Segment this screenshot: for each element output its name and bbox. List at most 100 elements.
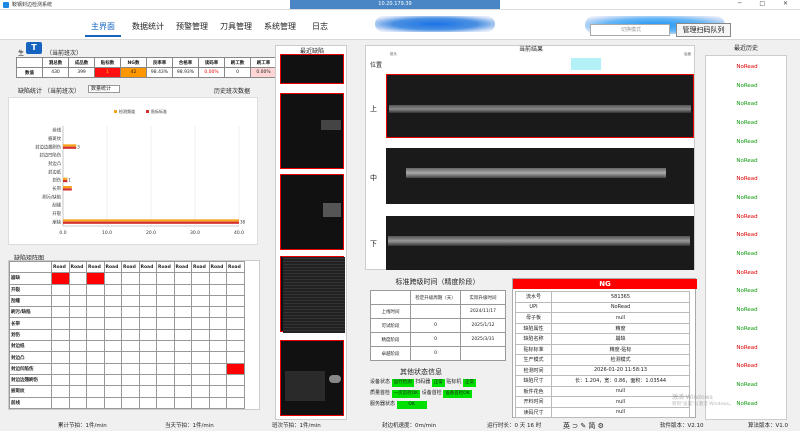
manage-scan-queue-button[interactable]: 管理扫码队列 bbox=[676, 23, 731, 37]
matrix-cell[interactable] bbox=[68, 351, 87, 364]
matrix-cell[interactable] bbox=[208, 294, 227, 308]
matrix-cell[interactable] bbox=[103, 385, 122, 398]
matrix-cell[interactable] bbox=[156, 283, 175, 296]
matrix-cell[interactable] bbox=[103, 362, 122, 375]
matrix-cell[interactable] bbox=[86, 294, 105, 308]
matrix-cell[interactable] bbox=[138, 385, 157, 398]
matrix-cell[interactable] bbox=[191, 283, 210, 296]
matrix-cell[interactable] bbox=[173, 283, 192, 296]
matrix-cell[interactable] bbox=[191, 385, 210, 398]
matrix-cell[interactable] bbox=[68, 328, 87, 342]
matrix-cell[interactable] bbox=[51, 272, 70, 285]
history-item[interactable]: NoRead bbox=[706, 382, 788, 388]
matrix-cell[interactable] bbox=[226, 340, 245, 353]
matrix-cell[interactable] bbox=[68, 272, 87, 285]
matrix-cell[interactable] bbox=[68, 340, 87, 353]
matrix-cell[interactable] bbox=[156, 396, 175, 409]
matrix-cell[interactable] bbox=[86, 362, 105, 375]
history-item[interactable]: NoRead bbox=[706, 363, 788, 369]
history-item[interactable]: NoRead bbox=[706, 326, 788, 332]
matrix-cell[interactable] bbox=[121, 340, 140, 353]
matrix-cell[interactable] bbox=[86, 306, 105, 319]
matrix-cell[interactable] bbox=[226, 283, 245, 296]
matrix-cell[interactable] bbox=[138, 306, 157, 319]
matrix-cell[interactable] bbox=[156, 385, 175, 398]
matrix-cell[interactable] bbox=[191, 294, 210, 308]
matrix-cell[interactable] bbox=[86, 272, 105, 285]
matrix-cell[interactable] bbox=[156, 373, 175, 387]
matrix-cell[interactable] bbox=[103, 373, 122, 387]
matrix-cell[interactable] bbox=[191, 373, 210, 387]
matrix-cell[interactable] bbox=[208, 351, 227, 364]
matrix-cell[interactable] bbox=[208, 373, 227, 387]
matrix-cell[interactable] bbox=[103, 396, 122, 409]
matrix-cell[interactable] bbox=[121, 396, 140, 409]
matrix-cell[interactable] bbox=[103, 351, 122, 364]
matrix-cell[interactable] bbox=[173, 272, 192, 285]
matrix-cell[interactable] bbox=[208, 306, 227, 319]
matrix-cell[interactable] bbox=[86, 396, 105, 409]
matrix-cell[interactable] bbox=[103, 306, 122, 319]
matrix-cell[interactable] bbox=[68, 362, 87, 375]
matrix-cell[interactable] bbox=[51, 385, 70, 398]
matrix-cell[interactable] bbox=[191, 328, 210, 342]
matrix-cell[interactable] bbox=[51, 294, 70, 308]
matrix-cell[interactable] bbox=[121, 317, 140, 330]
matrix-cell[interactable] bbox=[191, 362, 210, 375]
matrix-cell[interactable] bbox=[226, 306, 245, 319]
defect-thumbnail[interactable] bbox=[280, 174, 344, 250]
matrix-cell[interactable] bbox=[156, 340, 175, 353]
matrix-cell[interactable] bbox=[156, 351, 175, 364]
matrix-cell[interactable] bbox=[208, 272, 227, 285]
matrix-cell[interactable] bbox=[173, 396, 192, 409]
matrix-cell[interactable] bbox=[103, 283, 122, 296]
matrix-cell[interactable] bbox=[51, 328, 70, 342]
history-item[interactable]: NoRead bbox=[706, 195, 788, 201]
matrix-cell[interactable] bbox=[173, 351, 192, 364]
matrix-cell[interactable] bbox=[138, 294, 157, 308]
history-item[interactable]: NoRead bbox=[706, 270, 788, 276]
matrix-cell[interactable] bbox=[191, 306, 210, 319]
matrix-cell[interactable] bbox=[156, 362, 175, 375]
matrix-cell[interactable] bbox=[173, 362, 192, 375]
matrix-cell[interactable] bbox=[51, 362, 70, 375]
matrix-cell[interactable] bbox=[208, 340, 227, 353]
defect-thumbnail[interactable] bbox=[280, 340, 344, 416]
matrix-cell[interactable] bbox=[191, 396, 210, 409]
matrix-cell[interactable] bbox=[173, 373, 192, 387]
matrix-cell[interactable] bbox=[68, 396, 87, 409]
matrix-cell[interactable] bbox=[86, 340, 105, 353]
matrix-cell[interactable] bbox=[121, 351, 140, 364]
history-item[interactable]: NoRead bbox=[706, 232, 788, 238]
matrix-cell[interactable] bbox=[156, 306, 175, 319]
menu-log[interactable]: 日志 bbox=[306, 18, 334, 35]
matrix-cell[interactable] bbox=[226, 272, 245, 285]
matrix-cell[interactable] bbox=[103, 340, 122, 353]
stats-mode-dropdown[interactable]: 数量统计 bbox=[88, 85, 120, 93]
matrix-cell[interactable] bbox=[103, 317, 122, 330]
matrix-cell[interactable] bbox=[173, 317, 192, 330]
matrix-cell[interactable] bbox=[51, 340, 70, 353]
history-item[interactable]: NoRead bbox=[706, 214, 788, 220]
matrix-cell[interactable] bbox=[138, 340, 157, 353]
matrix-cell[interactable] bbox=[68, 306, 87, 319]
matrix-cell[interactable] bbox=[86, 351, 105, 364]
matrix-cell[interactable] bbox=[226, 385, 245, 398]
matrix-cell[interactable] bbox=[51, 351, 70, 364]
matrix-cell[interactable] bbox=[208, 362, 227, 375]
matrix-cell[interactable] bbox=[156, 294, 175, 308]
defect-thumbnail[interactable] bbox=[280, 54, 344, 84]
matrix-cell[interactable] bbox=[208, 385, 227, 398]
matrix-cell[interactable] bbox=[121, 328, 140, 342]
matrix-cell[interactable] bbox=[226, 294, 245, 308]
result-image-middle[interactable] bbox=[386, 148, 694, 204]
matrix-cell[interactable] bbox=[51, 306, 70, 319]
matrix-cell[interactable] bbox=[121, 306, 140, 319]
matrix-cell[interactable] bbox=[121, 283, 140, 296]
matrix-cell[interactable] bbox=[68, 283, 87, 296]
matrix-cell[interactable] bbox=[208, 283, 227, 296]
matrix-cell[interactable] bbox=[156, 272, 175, 285]
matrix-cell[interactable] bbox=[226, 328, 245, 342]
matrix-cell[interactable] bbox=[138, 396, 157, 409]
history-item[interactable]: NoRead bbox=[706, 288, 788, 294]
